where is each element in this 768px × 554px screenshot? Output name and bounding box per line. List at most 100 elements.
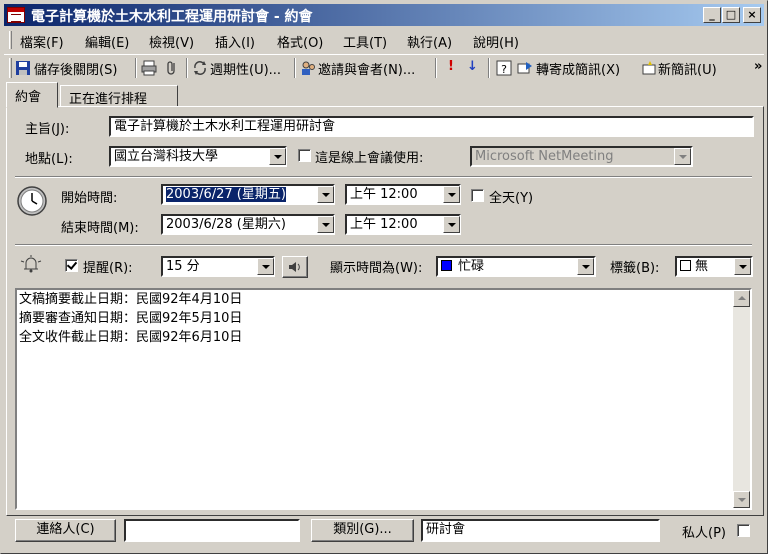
- menu-file[interactable]: 檔案(F): [20, 32, 64, 51]
- title-bar[interactable]: 電子計算機於土木水利工程運用研討會 - 約會 _ □ ×: [4, 4, 764, 26]
- online-meeting-label: 這是線上會議使用:: [315, 151, 424, 166]
- reminder-bell-icon: [20, 255, 42, 273]
- online-meeting-dropdown-button: [674, 148, 691, 165]
- categories-input[interactable]: 研討會: [421, 519, 660, 542]
- notes-line: 文稿摘要截止日期：民國92年4月10日: [19, 292, 243, 307]
- reminder-sound-button[interactable]: [282, 256, 308, 278]
- reminder-value: 15 分: [166, 259, 200, 274]
- tab-appointment[interactable]: 約會: [6, 82, 58, 108]
- menu-view[interactable]: 檢視(V): [149, 32, 194, 51]
- categories-button[interactable]: 類別(G)...: [311, 519, 414, 542]
- menu-help[interactable]: 說明(H): [473, 32, 519, 51]
- high-importance-icon[interactable]: !: [448, 59, 454, 74]
- new-message-icon: [642, 61, 656, 75]
- menu-tools[interactable]: 工具(T): [343, 32, 387, 51]
- speaker-icon: [289, 262, 300, 272]
- show-time-as-value: 忙碌: [458, 259, 485, 274]
- menu-actions[interactable]: 執行(A): [407, 32, 452, 51]
- end-time-label: 結束時間(M):: [61, 221, 139, 236]
- location-label: 地點(L):: [25, 152, 73, 167]
- toolbar-separator: [435, 58, 437, 78]
- start-time-value: 上午 12:00: [350, 187, 418, 202]
- notes-line: 全文收件截止日期：民國92年6月10日: [19, 330, 243, 345]
- start-time-dropdown-button[interactable]: [443, 186, 460, 203]
- end-date-dropdown-button[interactable]: [317, 216, 334, 233]
- attachment-icon[interactable]: [164, 60, 180, 76]
- subject-input[interactable]: 電子計算機於土木水利工程運用研討會: [109, 116, 754, 137]
- window-title: 電子計算機於土木水利工程運用研討會 - 約會: [31, 9, 313, 25]
- svg-text:?: ?: [501, 63, 507, 76]
- end-date-value: 2003/6/28 (星期六): [166, 217, 286, 232]
- toolbar-grip[interactable]: [9, 58, 12, 78]
- menu-format[interactable]: 格式(O): [277, 32, 323, 51]
- save-icon: [16, 61, 30, 75]
- all-day-label: 全天(Y): [489, 191, 534, 206]
- close-button[interactable]: ×: [743, 7, 761, 23]
- notes-textarea[interactable]: 文稿摘要截止日期：民國92年4月10日 摘要審查通知日期：民國92年5月10日 …: [15, 288, 752, 510]
- notes-line: 摘要審查通知日期：民國92年5月10日: [19, 311, 243, 326]
- calendar-icon: [7, 7, 25, 23]
- recurrence-button[interactable]: 週期性(U)...: [210, 59, 281, 78]
- low-importance-icon[interactable]: ↓: [467, 59, 478, 74]
- label-dropdown-button[interactable]: [734, 258, 751, 275]
- toolbar-separator: [186, 58, 188, 78]
- scroll-up-button[interactable]: [733, 290, 750, 307]
- start-date-dropdown-button[interactable]: [317, 186, 334, 203]
- start-date-combo[interactable]: 2003/6/27 (星期五): [161, 184, 335, 205]
- invite-attendees-button[interactable]: 邀請與會者(N)...: [318, 59, 415, 78]
- start-date-value: 2003/6/27 (星期五): [166, 187, 286, 202]
- tab-label: 正在進行排程: [69, 92, 148, 107]
- minimize-button[interactable]: _: [703, 7, 721, 23]
- all-day-checkbox[interactable]: [471, 189, 484, 202]
- online-meeting-checkbox[interactable]: [298, 149, 311, 162]
- clock-icon: [17, 186, 47, 216]
- show-time-as-label: 顯示時間為(W):: [330, 261, 423, 276]
- end-date-combo[interactable]: 2003/6/28 (星期六): [161, 214, 335, 235]
- menu-bar: 檔案(F) 編輯(E) 檢視(V) 插入(I) 格式(O) 工具(T) 執行(A…: [4, 29, 764, 51]
- toolbar-separator: [488, 58, 490, 78]
- menu-grip[interactable]: [9, 31, 12, 49]
- forward-as-message-button[interactable]: 轉寄成簡訊(X): [536, 59, 620, 78]
- busy-color-swatch: [441, 260, 452, 271]
- online-meeting-value: Microsoft NetMeeting: [475, 149, 614, 164]
- reminder-label: 提醒(R):: [83, 261, 133, 276]
- forward-icon: [517, 62, 532, 74]
- maximize-button[interactable]: □: [722, 7, 740, 23]
- save-and-close-button[interactable]: 儲存後關閉(S): [34, 59, 117, 78]
- standard-toolbar: 儲存後關閉(S) 週期性(U)... 邀請與會者(N)... ! ↓ ? 轉寄成…: [4, 54, 764, 80]
- location-dropdown-button[interactable]: [269, 148, 286, 165]
- notes-scrollbar[interactable]: [733, 290, 750, 508]
- tab-label: 約會: [15, 90, 42, 105]
- private-label: 私人(P): [682, 526, 726, 541]
- new-message-button[interactable]: 新簡訊(U): [658, 59, 717, 78]
- label-label: 標籤(B):: [610, 261, 660, 276]
- show-time-as-dropdown-button[interactable]: [577, 258, 594, 275]
- subject-label: 主旨(J):: [25, 122, 70, 137]
- toolbar-more-icon[interactable]: »: [754, 59, 762, 74]
- location-value: 國立台灣科技大學: [114, 149, 219, 164]
- menu-edit[interactable]: 編輯(E): [85, 32, 129, 51]
- end-time-dropdown-button[interactable]: [443, 216, 460, 233]
- end-time-value: 上午 12:00: [350, 217, 418, 232]
- help-icon[interactable]: ?: [496, 60, 512, 76]
- scroll-down-button[interactable]: [733, 491, 750, 508]
- reminder-dropdown-button[interactable]: [257, 258, 274, 275]
- recurrence-icon: [194, 61, 206, 75]
- invite-attendees-icon: [302, 61, 315, 75]
- label-color-swatch: [680, 260, 691, 271]
- contacts-input[interactable]: [124, 519, 300, 542]
- menu-insert[interactable]: 插入(I): [215, 32, 255, 51]
- reminder-checkbox[interactable]: [65, 259, 78, 272]
- divider: [15, 176, 752, 178]
- print-icon[interactable]: [141, 60, 157, 76]
- private-checkbox[interactable]: [737, 524, 750, 537]
- show-time-as-combo[interactable]: 忙碌: [436, 256, 596, 277]
- location-combo[interactable]: 國立台灣科技大學: [109, 146, 287, 167]
- label-value: 無: [695, 259, 709, 274]
- divider: [15, 244, 752, 246]
- appointment-window: 電子計算機於土木水利工程運用研討會 - 約會 _ □ × 檔案(F) 編輯(E)…: [0, 0, 768, 554]
- contacts-button[interactable]: 連絡人(C): [15, 519, 116, 542]
- start-time-label: 開始時間:: [61, 191, 118, 206]
- tab-scheduling[interactable]: 正在進行排程: [60, 85, 178, 107]
- toolbar-separator: [294, 58, 296, 78]
